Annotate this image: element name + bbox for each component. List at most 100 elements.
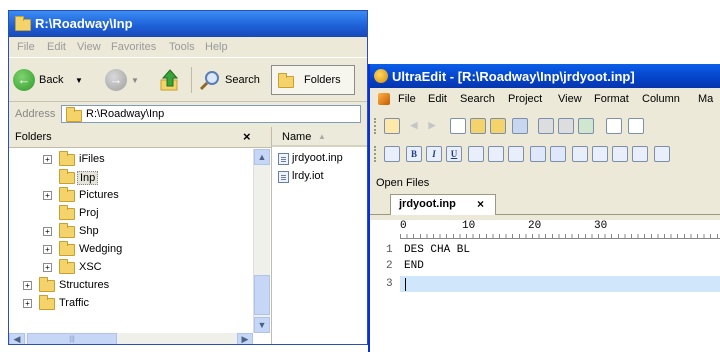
highlight-icon[interactable] bbox=[550, 146, 566, 162]
explorer-title-bar[interactable]: R:\Roadway\Inp bbox=[9, 11, 367, 37]
expand-icon[interactable]: + bbox=[23, 281, 32, 290]
address-input[interactable]: R:\Roadway\Inp bbox=[61, 105, 361, 123]
menu-edit[interactable]: Edit bbox=[47, 41, 66, 53]
menu-view[interactable]: View bbox=[558, 93, 582, 105]
numbered-list-icon[interactable] bbox=[508, 146, 524, 162]
tree-item-label: Inp bbox=[77, 171, 99, 185]
align-center-icon[interactable] bbox=[592, 146, 608, 162]
file-item[interactable]: jrdyoot.inp bbox=[278, 151, 367, 167]
back-dropdown-icon[interactable]: ▼ bbox=[75, 76, 83, 85]
up-folder-icon[interactable] bbox=[159, 68, 181, 92]
print-preview-icon[interactable] bbox=[558, 118, 574, 134]
expand-icon[interactable]: + bbox=[43, 245, 52, 254]
close-icon[interactable]: × bbox=[243, 129, 251, 144]
ruler-label: 20 bbox=[528, 220, 542, 232]
tab-jrdyoot-inp[interactable]: jrdyoot.inp × bbox=[390, 194, 496, 215]
search-icon[interactable] bbox=[199, 69, 221, 91]
back-button[interactable]: Back bbox=[39, 74, 63, 86]
ultraedit-title: UltraEdit - [R:\Roadway\Inp\jrdyoot.inp] bbox=[392, 69, 635, 84]
italic-icon[interactable]: I bbox=[426, 146, 442, 162]
menu-file[interactable]: File bbox=[398, 93, 416, 105]
tree-item-structures[interactable]: + Structures bbox=[9, 277, 249, 295]
settings-icon[interactable] bbox=[384, 118, 400, 134]
print-icon[interactable] bbox=[538, 118, 554, 134]
text-editor[interactable]: 1 DES CHA BL 2 END 3 bbox=[370, 240, 720, 352]
bold-icon[interactable]: B bbox=[406, 146, 422, 162]
folder-icon bbox=[59, 205, 75, 220]
menu-file[interactable]: File bbox=[17, 41, 35, 53]
align-left-icon[interactable] bbox=[572, 146, 588, 162]
text-file-icon bbox=[278, 153, 289, 165]
tree-item-wedging[interactable]: + Wedging bbox=[9, 241, 249, 259]
expand-icon[interactable]: + bbox=[43, 191, 52, 200]
expand-icon[interactable]: + bbox=[23, 299, 32, 308]
menu-macro[interactable]: Ma bbox=[698, 93, 713, 105]
folders-horizontal-scrollbar[interactable]: ◀ ||| ▶ bbox=[9, 333, 253, 344]
forward-arrow-icon[interactable]: → bbox=[105, 69, 127, 91]
menu-search[interactable]: Search bbox=[460, 93, 495, 105]
back-icon[interactable]: ◀ bbox=[406, 118, 422, 134]
tree-item-traffic[interactable]: + Traffic bbox=[9, 295, 249, 313]
indent-icon[interactable] bbox=[468, 146, 484, 162]
search-button[interactable]: Search bbox=[225, 74, 260, 86]
open-folder-icon[interactable] bbox=[470, 118, 486, 134]
image-icon[interactable] bbox=[654, 146, 670, 162]
new-file-icon[interactable] bbox=[450, 118, 466, 134]
menu-edit[interactable]: Edit bbox=[428, 93, 447, 105]
forward-dropdown-icon[interactable]: ▼ bbox=[131, 76, 139, 85]
underline-icon[interactable]: U bbox=[446, 146, 462, 162]
folders-vertical-scrollbar[interactable]: ▲ ▼ bbox=[253, 149, 270, 333]
forward-icon[interactable]: ▶ bbox=[424, 118, 440, 134]
list-icon[interactable] bbox=[628, 118, 644, 134]
expand-icon[interactable]: + bbox=[43, 227, 52, 236]
expand-icon[interactable]: + bbox=[43, 263, 52, 272]
folders-button-label: Folders bbox=[304, 74, 341, 86]
open-files-bar: Open Files bbox=[370, 174, 720, 192]
folder-icon bbox=[59, 187, 75, 202]
justify-icon[interactable] bbox=[632, 146, 648, 162]
scroll-left-icon[interactable]: ◀ bbox=[9, 333, 25, 344]
menu-favorites[interactable]: Favorites bbox=[111, 41, 156, 53]
ultraedit-title-bar[interactable]: UltraEdit - [R:\Roadway\Inp\jrdyoot.inp] bbox=[370, 64, 720, 88]
save-icon[interactable] bbox=[512, 118, 528, 134]
tree-item-xsc[interactable]: + XSC bbox=[9, 259, 249, 277]
toolbar-grip[interactable] bbox=[374, 118, 379, 134]
scroll-down-icon[interactable]: ▼ bbox=[254, 317, 270, 333]
editor-line[interactable]: END bbox=[404, 260, 424, 272]
editor-line[interactable]: DES CHA BL bbox=[404, 244, 470, 256]
scroll-up-icon[interactable]: ▲ bbox=[254, 149, 270, 165]
tree-item-ifiles[interactable]: + iFiles bbox=[9, 151, 249, 169]
file-item[interactable]: lrdy.iot bbox=[278, 169, 367, 185]
menu-view[interactable]: View bbox=[77, 41, 101, 53]
text-file-icon bbox=[278, 171, 289, 183]
menu-format[interactable]: Format bbox=[594, 93, 629, 105]
tree-item-pictures[interactable]: + Pictures bbox=[9, 187, 249, 205]
word-wrap-icon[interactable] bbox=[606, 118, 622, 134]
font-color-icon[interactable] bbox=[530, 146, 546, 162]
folders-button[interactable]: Folders bbox=[271, 65, 355, 95]
file-tab-strip: jrdyoot.inp × bbox=[370, 192, 720, 215]
expand-icon[interactable]: + bbox=[43, 155, 52, 164]
bullet-list-icon[interactable] bbox=[488, 146, 504, 162]
format-paragraph-icon[interactable] bbox=[384, 146, 400, 162]
menu-column[interactable]: Column bbox=[642, 93, 680, 105]
files-pane: Name ▲ jrdyoot.inp lrdy.iot bbox=[272, 127, 367, 344]
tree-item-shp[interactable]: + Shp bbox=[9, 223, 249, 241]
menu-tools[interactable]: Tools bbox=[169, 41, 195, 53]
close-tab-icon[interactable]: × bbox=[477, 197, 484, 211]
scrollbar-thumb[interactable]: ||| bbox=[27, 333, 117, 344]
document-icon[interactable] bbox=[378, 93, 390, 105]
tree-item-proj[interactable]: Proj bbox=[9, 205, 249, 223]
tree-item-inp[interactable]: Inp bbox=[9, 169, 249, 187]
scrollbar-thumb[interactable] bbox=[254, 275, 270, 315]
menu-help[interactable]: Help bbox=[205, 41, 228, 53]
align-right-icon[interactable] bbox=[612, 146, 628, 162]
open-file-icon[interactable] bbox=[490, 118, 506, 134]
back-arrow-icon[interactable]: ← bbox=[13, 69, 35, 91]
ruler-label: 30 bbox=[594, 220, 608, 232]
toolbar-grip[interactable] bbox=[374, 146, 379, 162]
spell-check-icon[interactable] bbox=[578, 118, 594, 134]
scroll-right-icon[interactable]: ▶ bbox=[237, 333, 253, 344]
name-column-header[interactable]: Name ▲ bbox=[272, 127, 367, 147]
menu-project[interactable]: Project bbox=[508, 93, 542, 105]
